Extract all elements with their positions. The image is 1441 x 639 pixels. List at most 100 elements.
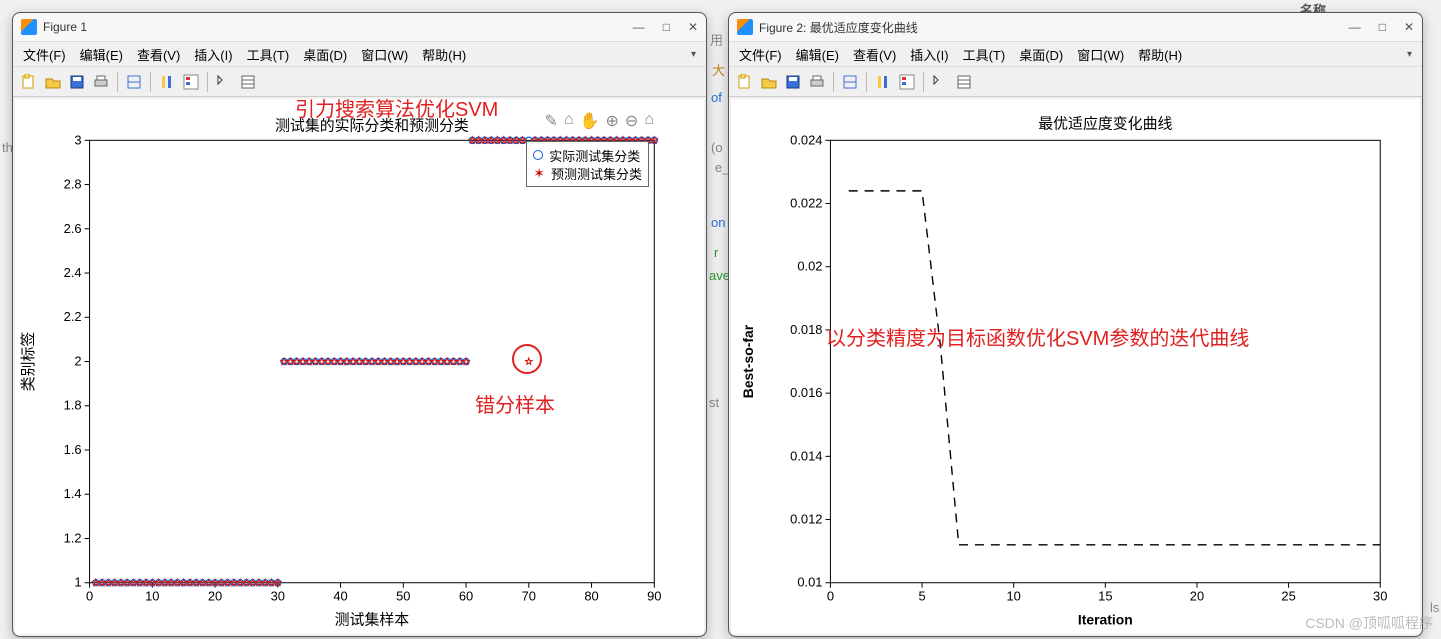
open-property-inspector-button[interactable] bbox=[237, 71, 259, 93]
insert-colorbar-button[interactable] bbox=[872, 71, 894, 93]
insert-legend-button[interactable] bbox=[896, 71, 918, 93]
menu-desktop[interactable]: 桌面(D) bbox=[299, 43, 351, 66]
open-property-inspector-button[interactable] bbox=[953, 71, 975, 93]
figure-window-2: Figure 2: 最优适应度变化曲线 — □ ✕ 文件(F) 编辑(E) 查看… bbox=[728, 12, 1423, 637]
legend-circle-icon bbox=[533, 150, 543, 160]
svg-text:40: 40 bbox=[333, 589, 347, 604]
menu-help[interactable]: 帮助(H) bbox=[1134, 43, 1186, 66]
svg-text:类别标签: 类别标签 bbox=[20, 332, 37, 392]
new-figure-button[interactable] bbox=[734, 71, 756, 93]
maximize-button[interactable]: □ bbox=[663, 20, 670, 34]
menu-overflow-icon[interactable]: ▾ bbox=[687, 47, 700, 62]
legend-label-pred: 预测测试集分类 bbox=[551, 164, 642, 183]
svg-text:0.01: 0.01 bbox=[797, 575, 822, 590]
pan-icon[interactable]: ✋ bbox=[580, 111, 600, 131]
svg-text:0.022: 0.022 bbox=[790, 195, 822, 210]
svg-text:0: 0 bbox=[827, 589, 834, 604]
svg-text:1.6: 1.6 bbox=[64, 442, 82, 457]
svg-text:15: 15 bbox=[1098, 589, 1112, 604]
insert-colorbar-button[interactable] bbox=[156, 71, 178, 93]
svg-text:1.2: 1.2 bbox=[64, 530, 82, 545]
menu-window[interactable]: 窗口(W) bbox=[357, 43, 412, 66]
toolbar bbox=[729, 67, 1422, 97]
link-button[interactable] bbox=[839, 71, 861, 93]
minimize-button[interactable]: — bbox=[633, 20, 645, 34]
menu-tools[interactable]: 工具(T) bbox=[959, 43, 1010, 66]
menu-insert[interactable]: 插入(I) bbox=[190, 43, 236, 66]
titlebar[interactable]: Figure 1 — □ ✕ bbox=[13, 13, 706, 41]
menubar: 文件(F) 编辑(E) 查看(V) 插入(I) 工具(T) 桌面(D) 窗口(W… bbox=[729, 41, 1422, 67]
svg-text:2.4: 2.4 bbox=[64, 265, 82, 280]
close-button[interactable]: ✕ bbox=[688, 20, 698, 34]
menu-view[interactable]: 查看(V) bbox=[133, 43, 184, 66]
menu-overflow-icon[interactable]: ▾ bbox=[1403, 47, 1416, 62]
bg-text: r bbox=[714, 245, 718, 260]
brush-icon[interactable]: ✎ bbox=[545, 111, 558, 131]
svg-text:1.8: 1.8 bbox=[64, 398, 82, 413]
window-title: Figure 1 bbox=[43, 20, 633, 34]
svg-text:2: 2 bbox=[74, 354, 81, 369]
toolbar bbox=[13, 67, 706, 97]
svg-text:60: 60 bbox=[459, 589, 473, 604]
svg-text:0.02: 0.02 bbox=[797, 259, 822, 274]
close-button[interactable]: ✕ bbox=[1404, 20, 1414, 34]
svg-text:2.8: 2.8 bbox=[64, 177, 82, 192]
svg-text:30: 30 bbox=[271, 589, 285, 604]
svg-text:5: 5 bbox=[918, 589, 925, 604]
window-title: Figure 2: 最优适应度变化曲线 bbox=[759, 19, 1349, 36]
edit-plot-button[interactable] bbox=[929, 71, 951, 93]
minimize-button[interactable]: — bbox=[1349, 20, 1361, 34]
svg-text:25: 25 bbox=[1281, 589, 1295, 604]
bg-text: ave bbox=[709, 268, 730, 283]
edit-plot-button[interactable] bbox=[213, 71, 235, 93]
svg-text:90: 90 bbox=[647, 589, 661, 604]
matlab-logo-icon bbox=[737, 19, 753, 35]
bg-text: 用 bbox=[710, 30, 723, 49]
axes-1[interactable]: 010203040506070809011.21.41.61.822.22.42… bbox=[15, 99, 704, 634]
open-button[interactable] bbox=[758, 71, 780, 93]
link-button[interactable] bbox=[123, 71, 145, 93]
svg-text:70: 70 bbox=[522, 589, 536, 604]
zoom-in-icon[interactable]: ⊕ bbox=[606, 111, 619, 131]
insert-legend-button[interactable] bbox=[180, 71, 202, 93]
save-button[interactable] bbox=[66, 71, 88, 93]
maximize-button[interactable]: □ bbox=[1379, 20, 1386, 34]
svg-text:2.2: 2.2 bbox=[64, 309, 82, 324]
menu-edit[interactable]: 编辑(E) bbox=[76, 43, 127, 66]
menu-tools[interactable]: 工具(T) bbox=[243, 43, 294, 66]
svg-text:0.014: 0.014 bbox=[790, 448, 822, 463]
menu-file[interactable]: 文件(F) bbox=[735, 43, 786, 66]
watermark: CSDN @顶呱呱程序 bbox=[1305, 613, 1433, 633]
home-icon[interactable]: ⌂ bbox=[644, 111, 654, 131]
new-figure-button[interactable] bbox=[18, 71, 40, 93]
axes-2[interactable]: 0510152025300.010.0120.0140.0160.0180.02… bbox=[731, 99, 1420, 634]
legend[interactable]: 实际测试集分类 ✶预测测试集分类 bbox=[526, 141, 649, 187]
menu-window[interactable]: 窗口(W) bbox=[1073, 43, 1128, 66]
svg-text:3: 3 bbox=[74, 132, 81, 147]
svg-text:0.024: 0.024 bbox=[790, 132, 822, 147]
menu-file[interactable]: 文件(F) bbox=[19, 43, 70, 66]
bg-text: (o bbox=[711, 140, 723, 155]
menu-help[interactable]: 帮助(H) bbox=[418, 43, 470, 66]
svg-text:0: 0 bbox=[86, 589, 93, 604]
titlebar[interactable]: Figure 2: 最优适应度变化曲线 — □ ✕ bbox=[729, 13, 1422, 41]
save-button[interactable] bbox=[782, 71, 804, 93]
bg-text: on bbox=[711, 215, 725, 230]
svg-text:测试集样本: 测试集样本 bbox=[335, 612, 410, 629]
menu-edit[interactable]: 编辑(E) bbox=[792, 43, 843, 66]
bg-text: 大 bbox=[712, 60, 725, 79]
legend-label-actual: 实际测试集分类 bbox=[549, 146, 640, 165]
open-button[interactable] bbox=[42, 71, 64, 93]
menu-insert[interactable]: 插入(I) bbox=[906, 43, 952, 66]
svg-text:Best-so-far: Best-so-far bbox=[740, 324, 756, 398]
matlab-logo-icon bbox=[21, 19, 37, 35]
print-button[interactable] bbox=[90, 71, 112, 93]
svg-text:0.012: 0.012 bbox=[790, 512, 822, 527]
svg-text:50: 50 bbox=[396, 589, 410, 604]
print-button[interactable] bbox=[806, 71, 828, 93]
zoom-out-icon[interactable]: ⊖ bbox=[625, 111, 638, 131]
menu-view[interactable]: 查看(V) bbox=[849, 43, 900, 66]
svg-text:30: 30 bbox=[1373, 589, 1387, 604]
restore-view-icon[interactable]: ⌂ bbox=[564, 111, 574, 131]
menu-desktop[interactable]: 桌面(D) bbox=[1015, 43, 1067, 66]
